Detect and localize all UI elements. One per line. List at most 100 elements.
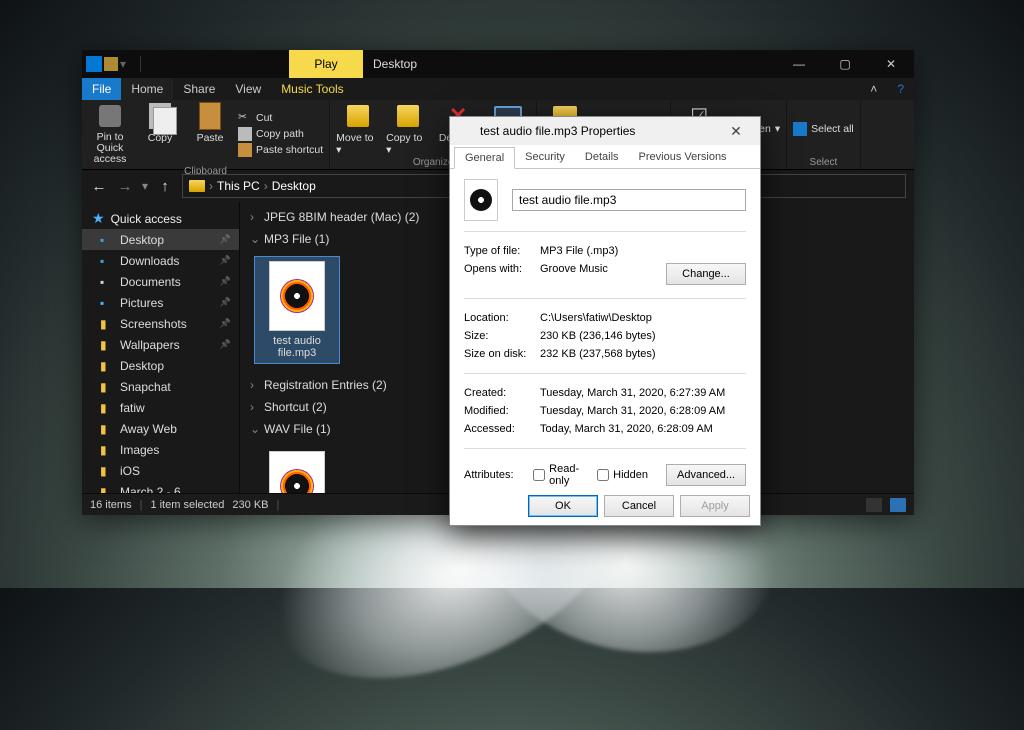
sidebar-quick-access[interactable]: ★ Quick access [82, 208, 239, 229]
chevron-right-icon: › [250, 378, 260, 392]
folder-icon: ▪ [100, 233, 114, 247]
sidebar-item-screenshots[interactable]: ▮Screenshots [82, 313, 239, 334]
qat-folder-icon[interactable] [104, 57, 118, 71]
move-to-button[interactable]: Move to ▾ [336, 102, 380, 156]
file-icon [269, 261, 325, 331]
filename-input[interactable] [512, 189, 746, 211]
sidebar-item-march-2---6[interactable]: ▮March 2 - 6 [82, 481, 239, 493]
sidebar-item-snapchat[interactable]: ▮Snapchat [82, 376, 239, 397]
minimize-button[interactable]: — [776, 50, 822, 78]
nav-forward-button[interactable]: → [116, 178, 134, 195]
value-accessed: Today, March 31, 2020, 6:28:09 AM [540, 423, 746, 435]
label-type: Type of file: [464, 245, 540, 257]
move-icon [347, 105, 369, 127]
sidebar-item-pictures[interactable]: ▪Pictures [82, 292, 239, 313]
select-all-button[interactable]: Select all [793, 122, 854, 136]
folder-icon [189, 180, 205, 192]
ribbon-collapse-icon[interactable]: ˄ [860, 78, 887, 100]
paste-button[interactable]: Paste [188, 102, 232, 165]
nav-back-button[interactable]: ← [90, 178, 108, 195]
tab-share[interactable]: Share [173, 78, 225, 100]
ok-button[interactable]: OK [528, 495, 598, 517]
copy-path-button[interactable]: Copy path [238, 127, 323, 141]
nav-history-button[interactable]: ▾ [142, 179, 148, 193]
folder-icon: ▮ [100, 338, 114, 352]
dialog-title: test audio file.mp3 Properties [480, 124, 635, 138]
dialog-titlebar: test audio file.mp3 Properties ✕ [450, 117, 760, 145]
tab-security[interactable]: Security [515, 147, 575, 168]
sidebar-item-images[interactable]: ▮Images [82, 439, 239, 460]
breadcrumb-this-pc[interactable]: This PC [217, 179, 260, 193]
label-modified: Modified: [464, 405, 540, 417]
advanced-button[interactable]: Advanced... [666, 464, 746, 486]
paste-icon [199, 102, 221, 130]
status-size: 230 KB [232, 499, 268, 511]
value-size-on-disk: 232 KB (237,568 bytes) [540, 348, 746, 360]
label-size: Size: [464, 330, 540, 342]
hidden-checkbox[interactable]: Hidden [597, 469, 648, 481]
file-type-icon [458, 123, 474, 139]
breadcrumb-desktop[interactable]: Desktop [272, 179, 316, 193]
value-modified: Tuesday, March 31, 2020, 6:28:09 AM [540, 405, 746, 417]
status-item-count: 16 items [90, 499, 132, 511]
folder-icon: ▮ [100, 317, 114, 331]
tab-details[interactable]: Details [575, 147, 629, 168]
titlebar: ▾ Play Desktop — ▢ ✕ [82, 50, 914, 78]
file-name: test audio file.mp3 [257, 335, 337, 359]
folder-icon: ▮ [100, 359, 114, 373]
file-item[interactable] [254, 446, 340, 493]
label-location: Location: [464, 312, 540, 324]
cancel-button[interactable]: Cancel [604, 495, 674, 517]
select-all-icon [793, 122, 807, 136]
sidebar-item-desktop[interactable]: ▪Desktop [82, 229, 239, 250]
label-attributes: Attributes: [464, 469, 515, 481]
app-icon [86, 56, 102, 72]
sidebar-item-fatiw[interactable]: ▮fatiw [82, 397, 239, 418]
paste-shortcut-button[interactable]: Paste shortcut [238, 143, 323, 157]
pin-to-quick-access-button[interactable]: Pin to Quick access [88, 102, 132, 165]
copy-button[interactable]: Copy [138, 102, 182, 165]
value-type: MP3 File (.mp3) [540, 245, 746, 257]
apply-button[interactable]: Apply [680, 495, 750, 517]
contextual-tab-play[interactable]: Play [289, 50, 363, 78]
copy-to-button[interactable]: Copy to ▾ [386, 102, 430, 156]
maximize-button[interactable]: ▢ [822, 50, 868, 78]
file-item[interactable]: test audio file.mp3 [254, 256, 340, 364]
chevron-down-icon: ⌄ [250, 422, 260, 436]
tab-home[interactable]: Home [121, 78, 173, 100]
tab-file[interactable]: File [82, 78, 121, 100]
paste-shortcut-icon [238, 143, 252, 157]
chevron-down-icon: ⌄ [250, 232, 260, 246]
label-accessed: Accessed: [464, 423, 540, 435]
sidebar-item-away-web[interactable]: ▮Away Web [82, 418, 239, 439]
dialog-close-button[interactable]: ✕ [716, 123, 756, 140]
change-button[interactable]: Change... [666, 263, 746, 285]
sidebar-item-downloads[interactable]: ▪Downloads [82, 250, 239, 271]
ribbon-tabs: File Home Share View Music Tools ˄ ? [82, 78, 914, 100]
sidebar-item-wallpapers[interactable]: ▮Wallpapers [82, 334, 239, 355]
copy-icon [149, 103, 171, 129]
qat-caret-icon[interactable]: ▾ [120, 57, 134, 71]
tab-view[interactable]: View [225, 78, 271, 100]
status-selected: 1 item selected [150, 499, 224, 511]
tab-music-tools[interactable]: Music Tools [271, 78, 353, 100]
sidebar-item-desktop[interactable]: ▮Desktop [82, 355, 239, 376]
chevron-right-icon: › [250, 210, 260, 224]
tab-general[interactable]: General [454, 147, 515, 169]
help-icon[interactable]: ? [887, 78, 914, 100]
cut-button[interactable]: ✂Cut [238, 111, 323, 125]
view-tiles-icon[interactable] [890, 498, 906, 512]
folder-icon: ▮ [100, 401, 114, 415]
nav-up-button[interactable]: ↑ [156, 178, 174, 195]
sidebar-item-documents[interactable]: ▪Documents [82, 271, 239, 292]
close-button[interactable]: ✕ [868, 50, 914, 78]
sidebar-item-ios[interactable]: ▮iOS [82, 460, 239, 481]
view-details-icon[interactable] [866, 498, 882, 512]
copy-to-icon [397, 105, 419, 127]
window-title: Desktop [373, 50, 417, 78]
readonly-checkbox[interactable]: Read-only [533, 463, 579, 487]
tab-previous-versions[interactable]: Previous Versions [629, 147, 737, 168]
properties-dialog: test audio file.mp3 Properties ✕ General… [449, 116, 761, 526]
folder-icon: ▪ [100, 275, 114, 289]
folder-icon: ▮ [100, 380, 114, 394]
